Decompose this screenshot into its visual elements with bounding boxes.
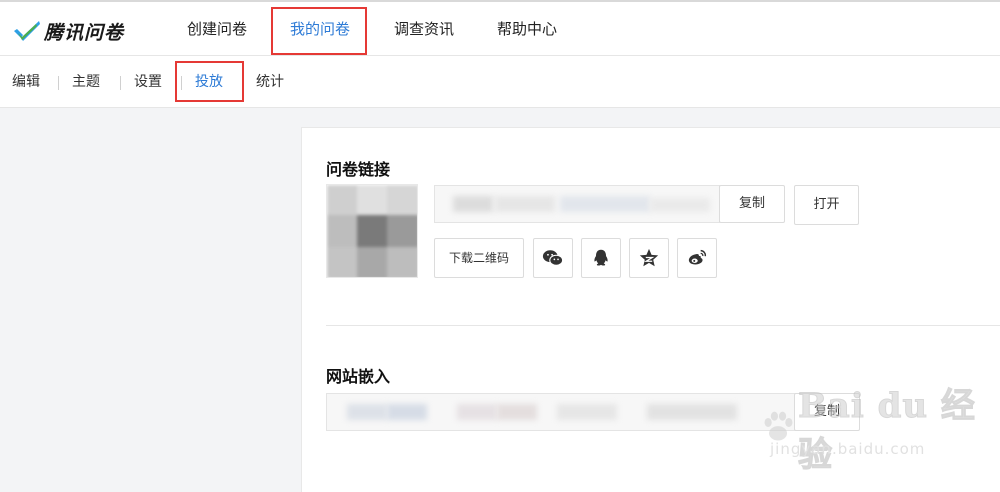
link-section-title: 问卷链接 (326, 160, 391, 179)
nav-survey-news[interactable]: 调查资讯 (394, 2, 454, 56)
download-qr-button[interactable]: 下载二维码 (434, 238, 524, 278)
check-logo-icon (14, 21, 40, 41)
nav-help-center[interactable]: 帮助中心 (497, 2, 557, 56)
share-qzone-button[interactable] (629, 238, 669, 278)
logo[interactable]: 腾讯问卷 (12, 16, 124, 46)
section-divider (326, 325, 1000, 326)
survey-link-field[interactable] (434, 185, 720, 223)
nav-create-survey[interactable]: 创建问卷 (187, 2, 247, 56)
tab-separator (58, 76, 59, 90)
copy-link-button[interactable]: 复制 (719, 185, 785, 223)
watermark-brand: Bai du 经验 (798, 386, 976, 476)
tab-separator (120, 76, 121, 90)
logo-text: 腾讯问卷 (44, 21, 125, 44)
qzone-icon (639, 248, 659, 267)
share-wechat-button[interactable] (533, 238, 573, 278)
highlight-box-distribute (175, 61, 244, 102)
baidu-jingyan-watermark: Bai du 经验 jingyan.baidu.com (760, 378, 990, 478)
open-link-button[interactable]: 打开 (794, 185, 859, 225)
qr-code-image[interactable] (326, 184, 418, 278)
watermark-url: jingyan.baidu.com (770, 440, 926, 458)
tab-edit[interactable]: 编辑 (12, 56, 40, 108)
top-navbar: 腾讯问卷 创建问卷 我的问卷 调查资讯 帮助中心 (0, 0, 1000, 56)
wechat-icon (542, 250, 564, 266)
left-panel (0, 108, 300, 491)
embed-code-field[interactable] (326, 393, 796, 431)
qq-icon (594, 249, 608, 266)
weibo-icon (688, 249, 707, 265)
share-qq-button[interactable] (581, 238, 621, 278)
tab-statistics[interactable]: 统计 (256, 56, 284, 108)
embed-section-title: 网站嵌入 (326, 367, 391, 386)
share-weibo-button[interactable] (677, 238, 717, 278)
highlight-box-my-surveys (271, 7, 367, 55)
tab-theme[interactable]: 主题 (72, 56, 100, 108)
sub-navbar: 编辑 主题 设置 投放 统计 (0, 56, 1000, 108)
tab-settings[interactable]: 设置 (134, 56, 162, 108)
